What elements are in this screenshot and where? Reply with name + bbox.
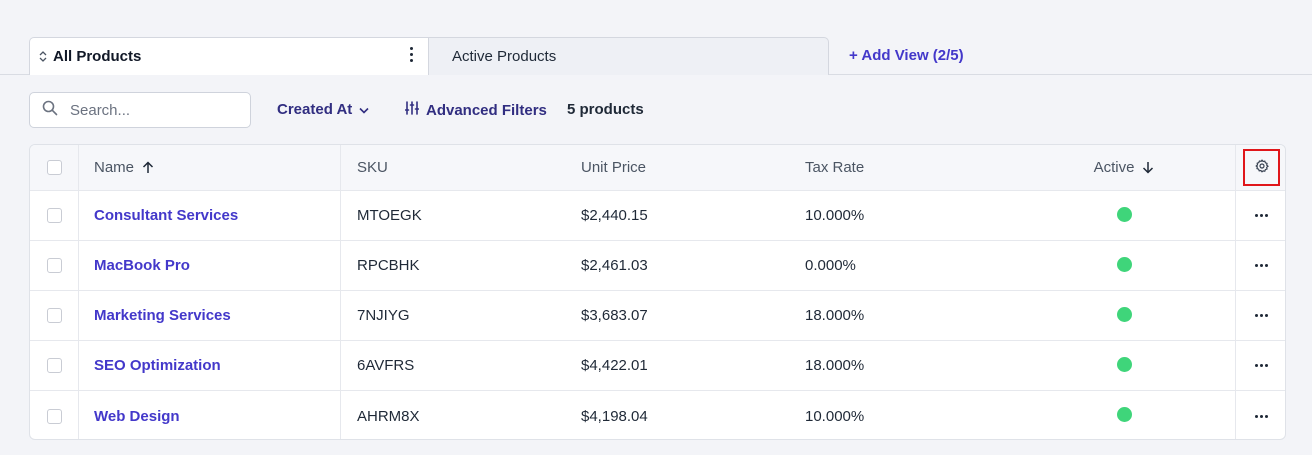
column-settings-cell: [1235, 145, 1285, 190]
sku-cell: AHRM8X: [357, 407, 420, 425]
more-horizontal-icon[interactable]: [1255, 264, 1268, 267]
column-label: Name: [94, 159, 135, 176]
arrow-down-icon: [1142, 161, 1154, 174]
product-name-link[interactable]: Consultant Services: [94, 207, 238, 224]
name-cell: Web Design: [79, 391, 341, 439]
active-status-dot: [1116, 206, 1132, 222]
tax-rate-cell: 18.000%: [805, 307, 865, 324]
column-header-name[interactable]: Name: [79, 145, 341, 190]
row-checkbox[interactable]: [46, 258, 62, 273]
active-cell: [1070, 391, 1178, 439]
table-row: Marketing Services 7NJIYG $3,683.07 18.0…: [30, 291, 1285, 341]
product-name-link[interactable]: MacBook Pro: [94, 257, 190, 274]
unit-price-cell: $2,461.03: [581, 257, 648, 274]
row-select-cell: [30, 391, 79, 439]
row-checkbox[interactable]: [46, 208, 62, 223]
add-view-button[interactable]: + Add View (2/5): [849, 47, 964, 64]
more-horizontal-icon[interactable]: [1255, 314, 1268, 317]
active-status-dot: [1116, 306, 1132, 322]
active-cell: [1070, 341, 1178, 390]
tab-all-products[interactable]: All Products: [29, 37, 429, 75]
row-actions-cell: [1235, 191, 1285, 240]
select-all-checkbox[interactable]: [46, 160, 62, 175]
column-header-unit-price[interactable]: Unit Price: [565, 145, 789, 190]
column-label: Active: [1093, 159, 1135, 176]
sort-updown-icon: [39, 51, 47, 62]
unit-price-cell: $3,683.07: [581, 307, 648, 324]
kebab-icon[interactable]: [410, 47, 414, 62]
row-actions-cell: [1235, 291, 1285, 340]
active-cell: [1070, 191, 1178, 240]
row-actions-cell: [1235, 341, 1285, 390]
row-checkbox[interactable]: [46, 408, 62, 424]
chevron-down-icon: [359, 101, 369, 118]
tax-rate-cell: 10.000%: [805, 407, 865, 425]
tab-label: All Products: [53, 48, 142, 65]
row-select-cell: [30, 241, 79, 290]
active-status-dot: [1116, 256, 1132, 272]
column-settings-button[interactable]: [1243, 149, 1280, 186]
created-at-dropdown[interactable]: Created At: [277, 101, 369, 118]
tab-label: Active Products: [452, 48, 557, 65]
tax-rate-cell: 18.000%: [805, 357, 865, 374]
name-cell: MacBook Pro: [79, 241, 341, 290]
active-status-dot: [1116, 356, 1132, 372]
table-row: Web Design AHRM8X $4,198.04 10.000%: [30, 391, 1285, 439]
search-box[interactable]: [29, 92, 251, 128]
product-name-link[interactable]: Marketing Services: [94, 307, 231, 324]
row-actions-cell: [1235, 391, 1285, 439]
advanced-filters-button[interactable]: Advanced Filters: [404, 101, 547, 119]
search-icon: [42, 100, 58, 121]
sku-cell: 6AVFRS: [357, 357, 415, 374]
tax-rate-cell: 0.000%: [805, 257, 856, 274]
sku-cell: 7NJIYG: [357, 307, 410, 324]
unit-price-cell: $4,422.01: [581, 357, 648, 374]
product-name-link[interactable]: SEO Optimization: [94, 357, 221, 374]
unit-price-cell: $2,440.15: [581, 207, 648, 224]
table-row: Consultant Services MTOEGK $2,440.15 10.…: [30, 191, 1285, 241]
name-cell: Consultant Services: [79, 191, 341, 240]
unit-price-cell: $4,198.04: [581, 407, 648, 425]
column-header-tax-rate[interactable]: Tax Rate: [789, 145, 1029, 190]
column-header-active[interactable]: Active: [1070, 145, 1178, 190]
created-at-label: Created At: [277, 101, 353, 118]
active-cell: [1070, 241, 1178, 290]
gear-icon: [1254, 158, 1269, 177]
more-horizontal-icon[interactable]: [1255, 414, 1268, 418]
filter-sliders-icon: [404, 101, 420, 119]
row-actions-cell: [1235, 241, 1285, 290]
row-select-cell: [30, 191, 79, 240]
sku-cell: RPCBHK: [357, 257, 420, 274]
active-status-dot: [1116, 407, 1132, 422]
active-cell: [1070, 291, 1178, 340]
select-all-cell: [30, 145, 79, 190]
table-header-row: Name SKU Unit Price Tax Rate Active: [30, 145, 1285, 191]
arrow-up-icon: [142, 161, 154, 174]
row-checkbox[interactable]: [46, 358, 62, 373]
tab-active-products[interactable]: Active Products: [428, 37, 829, 75]
column-header-sku[interactable]: SKU: [341, 145, 565, 190]
sku-cell: MTOEGK: [357, 207, 422, 224]
toolbar: Created At Advanced Filters 5 products: [0, 92, 1312, 128]
advanced-filters-label: Advanced Filters: [426, 101, 547, 119]
more-horizontal-icon[interactable]: [1255, 364, 1268, 367]
view-tabs: All Products Active Products + Add View …: [0, 0, 1312, 75]
row-select-cell: [30, 341, 79, 390]
row-select-cell: [30, 291, 79, 340]
row-checkbox[interactable]: [46, 308, 62, 323]
table-row: MacBook Pro RPCBHK $2,461.03 0.000%: [30, 241, 1285, 291]
search-input[interactable]: [70, 101, 230, 119]
product-count: 5 products: [567, 101, 644, 118]
name-cell: SEO Optimization: [79, 341, 341, 390]
name-cell: Marketing Services: [79, 291, 341, 340]
more-horizontal-icon[interactable]: [1255, 214, 1268, 217]
product-name-link[interactable]: Web Design: [94, 408, 180, 425]
products-table: Name SKU Unit Price Tax Rate Active Cons…: [29, 144, 1286, 440]
table-row: SEO Optimization 6AVFRS $4,422.01 18.000…: [30, 341, 1285, 391]
tax-rate-cell: 10.000%: [805, 207, 865, 224]
